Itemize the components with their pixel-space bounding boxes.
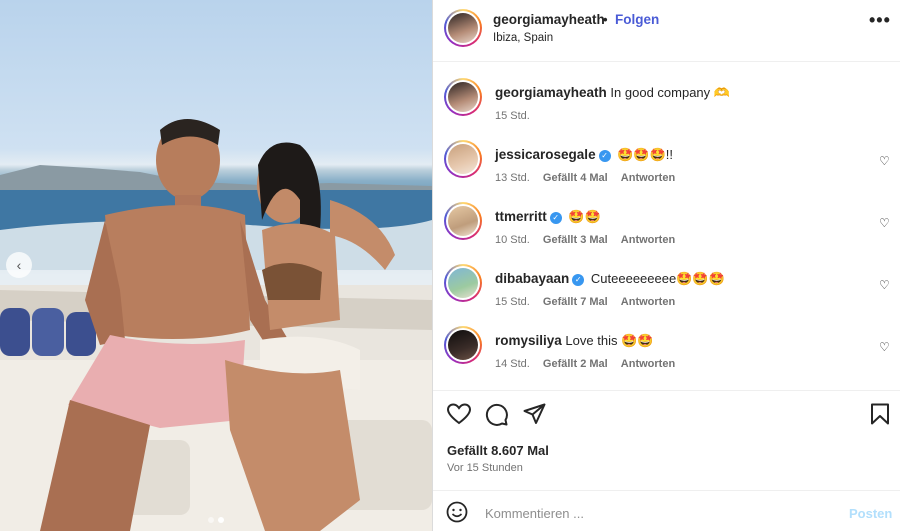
follow-button[interactable]: Folgen — [615, 12, 659, 27]
carousel-dots — [208, 517, 224, 523]
comment-time[interactable]: 10 Std. — [495, 234, 530, 246]
reply-button[interactable]: Antworten — [621, 296, 675, 308]
post-side-panel: georgiamayheath • Folgen Ibiza, Spain ••… — [433, 0, 900, 531]
commenter-avatar[interactable] — [444, 202, 482, 240]
commenter-avatar[interactable] — [444, 140, 482, 178]
like-comment-heart-icon[interactable]: ♡ — [879, 154, 890, 168]
like-comment-heart-icon[interactable]: ♡ — [879, 216, 890, 230]
author-username[interactable]: georgiamayheath — [493, 12, 605, 27]
post-timestamp[interactable]: Vor 15 Stunden — [447, 462, 523, 474]
comment-time[interactable]: 14 Std. — [495, 358, 530, 370]
author-avatar[interactable] — [444, 9, 482, 47]
post-comment-button[interactable]: Posten — [849, 506, 892, 521]
like-count[interactable]: Gefällt 8.607 Mal — [447, 443, 549, 458]
comment-time[interactable]: 13 Std. — [495, 172, 530, 184]
carousel-dot-active — [218, 517, 224, 523]
like-comment-heart-icon[interactable]: ♡ — [879, 340, 890, 354]
commenter-username[interactable]: ttmerritt — [495, 209, 547, 224]
comment-bubble-icon[interactable] — [485, 403, 508, 426]
action-bar — [433, 390, 900, 436]
comment-time[interactable]: 15 Std. — [495, 296, 530, 308]
caption-text: In good company 🫶 — [610, 85, 730, 100]
comment-text: Love this 🤩🤩 — [565, 333, 654, 348]
like-heart-icon[interactable] — [447, 403, 471, 425]
comment-item: romysiliya Love this 🤩🤩 14 Std. Gefällt … — [433, 326, 900, 388]
carousel-prev-button[interactable]: ‹ — [6, 252, 32, 278]
comment-item: dibabayaan ✓ Cuteeeeeeeee🤩🤩🤩 15 Std. Gefä… — [433, 264, 900, 326]
caption-time[interactable]: 15 Std. — [495, 110, 530, 122]
verified-badge-icon: ✓ — [572, 273, 585, 286]
photo-illustration — [0, 119, 432, 531]
caption-username[interactable]: georgiamayheath — [495, 85, 607, 100]
verified-badge-icon: ✓ — [598, 149, 611, 162]
carousel-dot — [208, 517, 214, 523]
post-photo[interactable]: ‹ — [0, 0, 432, 531]
add-comment-bar: Kommentieren ... Posten — [433, 490, 900, 531]
separator-dot: • — [603, 12, 608, 27]
like-comment-heart-icon[interactable]: ♡ — [879, 278, 890, 292]
reply-button[interactable]: Antworten — [621, 358, 675, 370]
comment-text: Cuteeeeeeeee🤩🤩🤩 — [590, 271, 725, 286]
comment-likes[interactable]: Gefällt 2 Mal — [543, 358, 608, 370]
commenter-username[interactable]: dibabayaan — [495, 271, 569, 286]
comment-text: 🤩🤩🤩!! — [617, 147, 673, 162]
comment-input[interactable]: Kommentieren ... — [485, 506, 584, 521]
caption-avatar[interactable] — [444, 78, 482, 116]
reply-button[interactable]: Antworten — [621, 234, 675, 246]
commenter-avatar[interactable] — [444, 264, 482, 302]
comment-text: 🤩🤩 — [568, 209, 601, 224]
comment-likes[interactable]: Gefällt 7 Mal — [543, 296, 608, 308]
location-link[interactable]: Ibiza, Spain — [493, 32, 553, 44]
commenter-avatar[interactable] — [444, 326, 482, 364]
verified-badge-icon: ✓ — [549, 211, 562, 224]
commenter-username[interactable]: romysiliya — [495, 333, 562, 348]
reply-button[interactable]: Antworten — [621, 172, 675, 184]
save-bookmark-icon[interactable] — [870, 403, 890, 425]
comment-likes[interactable]: Gefällt 4 Mal — [543, 172, 608, 184]
comment-item: jessicarosegale ✓ 🤩🤩🤩!! 13 Std. Gefällt 4… — [433, 140, 900, 202]
share-send-icon[interactable] — [523, 403, 546, 425]
post-caption: georgiamayheath In good company 🫶 15 Std… — [433, 78, 900, 140]
comment-likes[interactable]: Gefällt 3 Mal — [543, 234, 608, 246]
commenter-username[interactable]: jessicarosegale — [495, 147, 596, 162]
comment-item: ttmerritt ✓ 🤩🤩 10 Std. Gefällt 3 Mal Antw… — [433, 202, 900, 264]
more-options-icon[interactable]: ••• — [869, 10, 891, 31]
post-header: georgiamayheath • Folgen Ibiza, Spain ••… — [433, 0, 900, 62]
emoji-smiley-icon[interactable] — [446, 501, 468, 523]
chevron-left-icon: ‹ — [16, 257, 22, 273]
